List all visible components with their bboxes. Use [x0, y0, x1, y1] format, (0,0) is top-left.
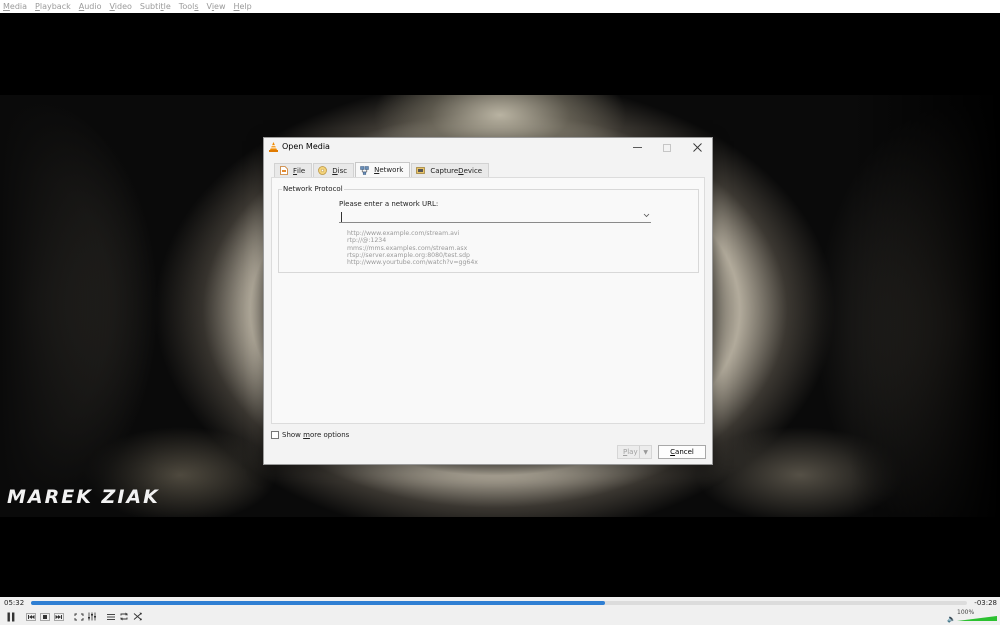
- url-example: http://www.yourtube.com/watch?v=gg64x: [347, 259, 478, 267]
- time-elapsed[interactable]: 05:32: [4, 599, 24, 607]
- url-example: rtp://@:1234: [347, 237, 387, 245]
- network-url-input[interactable]: [341, 212, 631, 222]
- volume-percent: 100%: [957, 609, 975, 616]
- dialog-tabs: File Disc Network Capture Device: [274, 162, 490, 177]
- menu-audio[interactable]: Audio: [79, 0, 102, 13]
- url-example: mms://mms.examples.com/stream.asx: [347, 244, 468, 252]
- skip-next-icon: [54, 612, 64, 621]
- network-tab-panel: Network Protocol Please enter a network …: [271, 177, 705, 424]
- open-media-dialog: Open Media File Disc Network Capture D e…: [263, 137, 713, 465]
- equalizer-icon: [88, 612, 96, 621]
- capture-device-icon: [416, 166, 426, 175]
- network-icon: [360, 165, 369, 175]
- playlist-icon: [107, 613, 115, 620]
- file-icon: [279, 166, 288, 175]
- menu-video[interactable]: Video: [109, 0, 131, 13]
- speaker-icon[interactable]: 🔈: [947, 615, 956, 623]
- menu-help[interactable]: Help: [234, 0, 252, 13]
- menu-media[interactable]: Media: [3, 0, 27, 13]
- loop-button[interactable]: [118, 611, 130, 622]
- minimize-button[interactable]: [622, 139, 652, 156]
- play-button[interactable]: Play ▼: [617, 445, 652, 459]
- cancel-button[interactable]: Cancel: [658, 445, 706, 459]
- tab-file[interactable]: File: [274, 163, 313, 177]
- network-url-combobox[interactable]: [339, 212, 651, 223]
- tab-capture-device[interactable]: Capture Device: [411, 163, 490, 177]
- stop-icon: [40, 612, 50, 621]
- menu-playback[interactable]: Playback: [35, 0, 71, 13]
- pause-icon: [7, 612, 15, 621]
- maximize-icon: [663, 143, 671, 152]
- skip-previous-icon: [26, 612, 36, 621]
- pause-button[interactable]: [4, 611, 18, 622]
- fullscreen-icon: [74, 613, 84, 620]
- play-dropdown-icon[interactable]: ▼: [639, 446, 648, 458]
- disc-icon: [318, 166, 328, 175]
- seek-progress: [31, 601, 605, 605]
- previous-button[interactable]: [25, 611, 37, 622]
- stop-button[interactable]: [39, 611, 51, 622]
- dialog-titlebar[interactable]: Open Media: [264, 138, 712, 157]
- menu-view[interactable]: View: [207, 0, 226, 13]
- network-protocol-group: Network Protocol Please enter a network …: [278, 185, 699, 273]
- group-title: Network Protocol: [282, 185, 344, 193]
- extended-settings-button[interactable]: [86, 611, 98, 622]
- playlist-button[interactable]: [105, 611, 117, 622]
- show-more-options-label: Show more options: [282, 431, 350, 439]
- video-watermark: MAREK ZIAK: [7, 486, 160, 508]
- close-button[interactable]: [682, 139, 712, 156]
- url-examples: http://www.example.com/stream.avi rtp://…: [347, 230, 478, 266]
- player-controls: 05:32 -03:28 🔈 100%: [0, 597, 1000, 625]
- vlc-cone-icon: [269, 142, 278, 152]
- seek-bar[interactable]: [31, 601, 967, 605]
- next-button[interactable]: [53, 611, 65, 622]
- url-label: Please enter a network URL:: [339, 200, 439, 208]
- fullscreen-button[interactable]: [73, 611, 85, 622]
- menu-bar: Media Playback Audio Video Subtitle Tool…: [0, 0, 1000, 13]
- menu-subtitle[interactable]: Subtitle: [140, 0, 171, 13]
- dialog-title: Open Media: [282, 142, 330, 151]
- show-more-options[interactable]: Show more options: [271, 431, 349, 439]
- volume-slider[interactable]: [957, 616, 997, 621]
- chevron-down-icon[interactable]: [643, 212, 650, 220]
- close-icon: [692, 143, 702, 152]
- shuffle-button[interactable]: [132, 611, 144, 622]
- menu-tools[interactable]: Tools: [179, 0, 199, 13]
- minimize-icon: [632, 147, 642, 148]
- loop-icon: [120, 612, 128, 621]
- play-button-label: Play: [623, 448, 638, 456]
- shuffle-icon: [133, 612, 142, 621]
- show-more-options-checkbox[interactable]: [271, 431, 279, 439]
- maximize-button[interactable]: [652, 139, 682, 156]
- url-example: rtsp://server.example.org:8080/test.sdp: [347, 251, 470, 259]
- tab-disc[interactable]: Disc: [313, 163, 355, 177]
- time-remaining[interactable]: -03:28: [974, 599, 997, 607]
- tab-network[interactable]: Network: [355, 162, 411, 177]
- volume-level: [957, 616, 997, 621]
